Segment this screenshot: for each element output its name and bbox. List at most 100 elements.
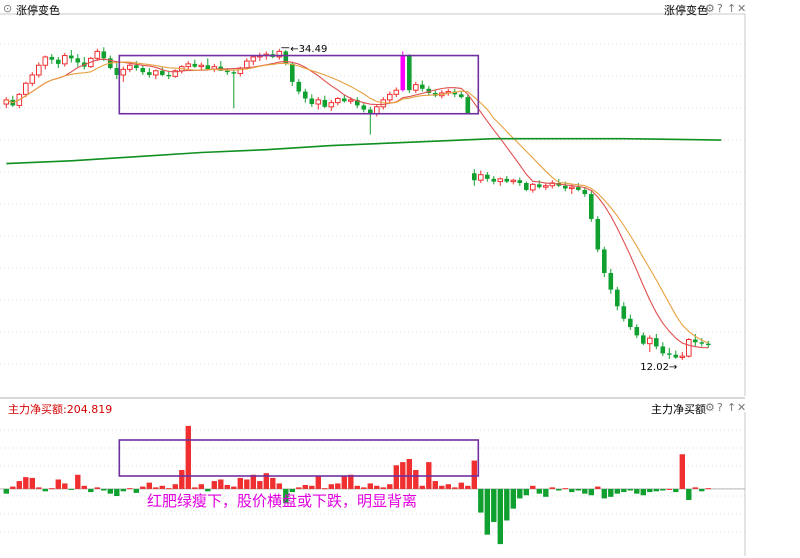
candle-body xyxy=(537,184,542,188)
candle-body xyxy=(387,93,393,101)
net-buy-bar xyxy=(68,488,74,490)
chart-workspace: ←34.49 12.02→ ⊙ 涨停变色 涨停变色 ⚙ ? ↑ ✕ 主力净买额:2… xyxy=(0,0,800,558)
net-buy-bar xyxy=(478,488,484,513)
net-buy-bar xyxy=(666,488,672,490)
candle-body xyxy=(140,68,146,73)
candle-body xyxy=(576,187,581,190)
net-buy-bar xyxy=(237,477,243,489)
net-buy-bar xyxy=(419,485,425,489)
net-buy-bar xyxy=(107,488,113,494)
net-buy-bar xyxy=(146,482,152,489)
candle-body xyxy=(699,342,705,344)
candle-body xyxy=(127,64,133,70)
candle-body xyxy=(94,50,101,59)
candle-body xyxy=(296,81,302,92)
candle-body xyxy=(147,72,152,75)
net-buy-bar xyxy=(497,488,503,545)
candle-body xyxy=(335,97,341,104)
candle-body xyxy=(250,56,257,62)
net-buy-bar xyxy=(29,477,35,489)
net-buy-bar xyxy=(16,481,22,489)
net-buy-bar xyxy=(686,488,692,500)
candle-body xyxy=(615,289,620,307)
up-arrow-icon[interactable]: ↑ xyxy=(727,2,736,15)
candle-body xyxy=(510,179,517,183)
candle-body xyxy=(114,68,120,75)
net-buy-bar xyxy=(367,483,373,489)
help-icon[interactable]: ? xyxy=(717,401,723,414)
net-buy-bar xyxy=(354,485,360,489)
gear-icon[interactable]: ⚙ xyxy=(705,2,715,15)
candle-body xyxy=(517,180,523,183)
net-buy-bar xyxy=(582,488,588,494)
net-buy-bar xyxy=(309,485,315,489)
up-arrow-icon[interactable]: ↑ xyxy=(727,401,736,414)
candle-body xyxy=(198,64,205,68)
candle-body xyxy=(530,183,536,191)
candle-body xyxy=(459,94,464,98)
candle-body xyxy=(673,354,679,358)
net-buy-bar xyxy=(387,484,393,489)
candle-body xyxy=(303,91,308,99)
candle-body xyxy=(134,65,139,69)
candle-body xyxy=(485,174,490,179)
candle-body xyxy=(497,178,504,183)
candle-body xyxy=(153,70,159,76)
net-buy-bar xyxy=(393,465,399,489)
net-buy-bar xyxy=(55,479,61,489)
ma-long-line xyxy=(6,137,722,165)
net-buy-bar xyxy=(322,488,328,490)
chevron-down-icon[interactable]: ⊙ xyxy=(3,2,12,15)
net-buy-bar xyxy=(198,484,204,489)
net-buy-bar xyxy=(445,484,451,489)
net-buy-bar xyxy=(452,487,458,489)
candle-body xyxy=(75,58,81,63)
candle-body xyxy=(667,353,672,355)
candle-body xyxy=(231,72,237,74)
close-icon[interactable]: ✕ xyxy=(737,2,746,15)
net-buy-bar xyxy=(380,487,386,489)
net-buy-bar xyxy=(211,481,217,489)
candle-body xyxy=(679,355,686,359)
candle-body xyxy=(634,327,640,336)
gear-icon[interactable]: ⚙ xyxy=(705,401,715,414)
candle-body xyxy=(478,174,484,181)
candle-body xyxy=(400,55,406,91)
net-buy-bar xyxy=(36,487,42,489)
low-price-label: 12.02→ xyxy=(640,362,677,373)
net-buy-bar xyxy=(42,488,48,492)
candle-body xyxy=(361,105,367,110)
candle-body xyxy=(654,338,659,347)
candle-body xyxy=(225,70,230,73)
candle-body xyxy=(660,346,666,354)
candle-body xyxy=(465,97,471,114)
net-buy-bar xyxy=(692,487,698,489)
net-buy-bar xyxy=(23,477,29,489)
net-buy-bar xyxy=(335,483,341,489)
net-buy-bar xyxy=(179,470,185,489)
net-buy-bar xyxy=(257,481,263,489)
help-icon[interactable]: ? xyxy=(717,2,723,15)
candle-body xyxy=(595,219,601,250)
net-buy-bar xyxy=(374,485,380,489)
net-buy-bar xyxy=(348,474,354,489)
main-force-value-label: 主力净买额:204.819 xyxy=(8,403,113,416)
net-buy-bar xyxy=(647,488,653,493)
net-buy-bar xyxy=(49,488,55,490)
net-buy-bar xyxy=(101,488,107,491)
candle-body xyxy=(602,249,607,274)
candle-body xyxy=(290,63,295,82)
candle-body xyxy=(348,99,354,102)
high-price-label: ←34.49 xyxy=(290,44,327,55)
net-buy-bar xyxy=(536,488,542,494)
close-icon[interactable]: ✕ xyxy=(737,401,746,414)
net-buy-bar xyxy=(595,486,601,489)
net-buy-bar xyxy=(218,479,224,489)
candle-body xyxy=(413,84,419,91)
net-buy-bar xyxy=(562,488,568,490)
candle-body xyxy=(491,178,497,182)
net-buy-bar xyxy=(172,484,178,489)
candle-body xyxy=(647,337,653,345)
net-buy-bar xyxy=(224,485,230,489)
candle-body xyxy=(407,55,412,91)
